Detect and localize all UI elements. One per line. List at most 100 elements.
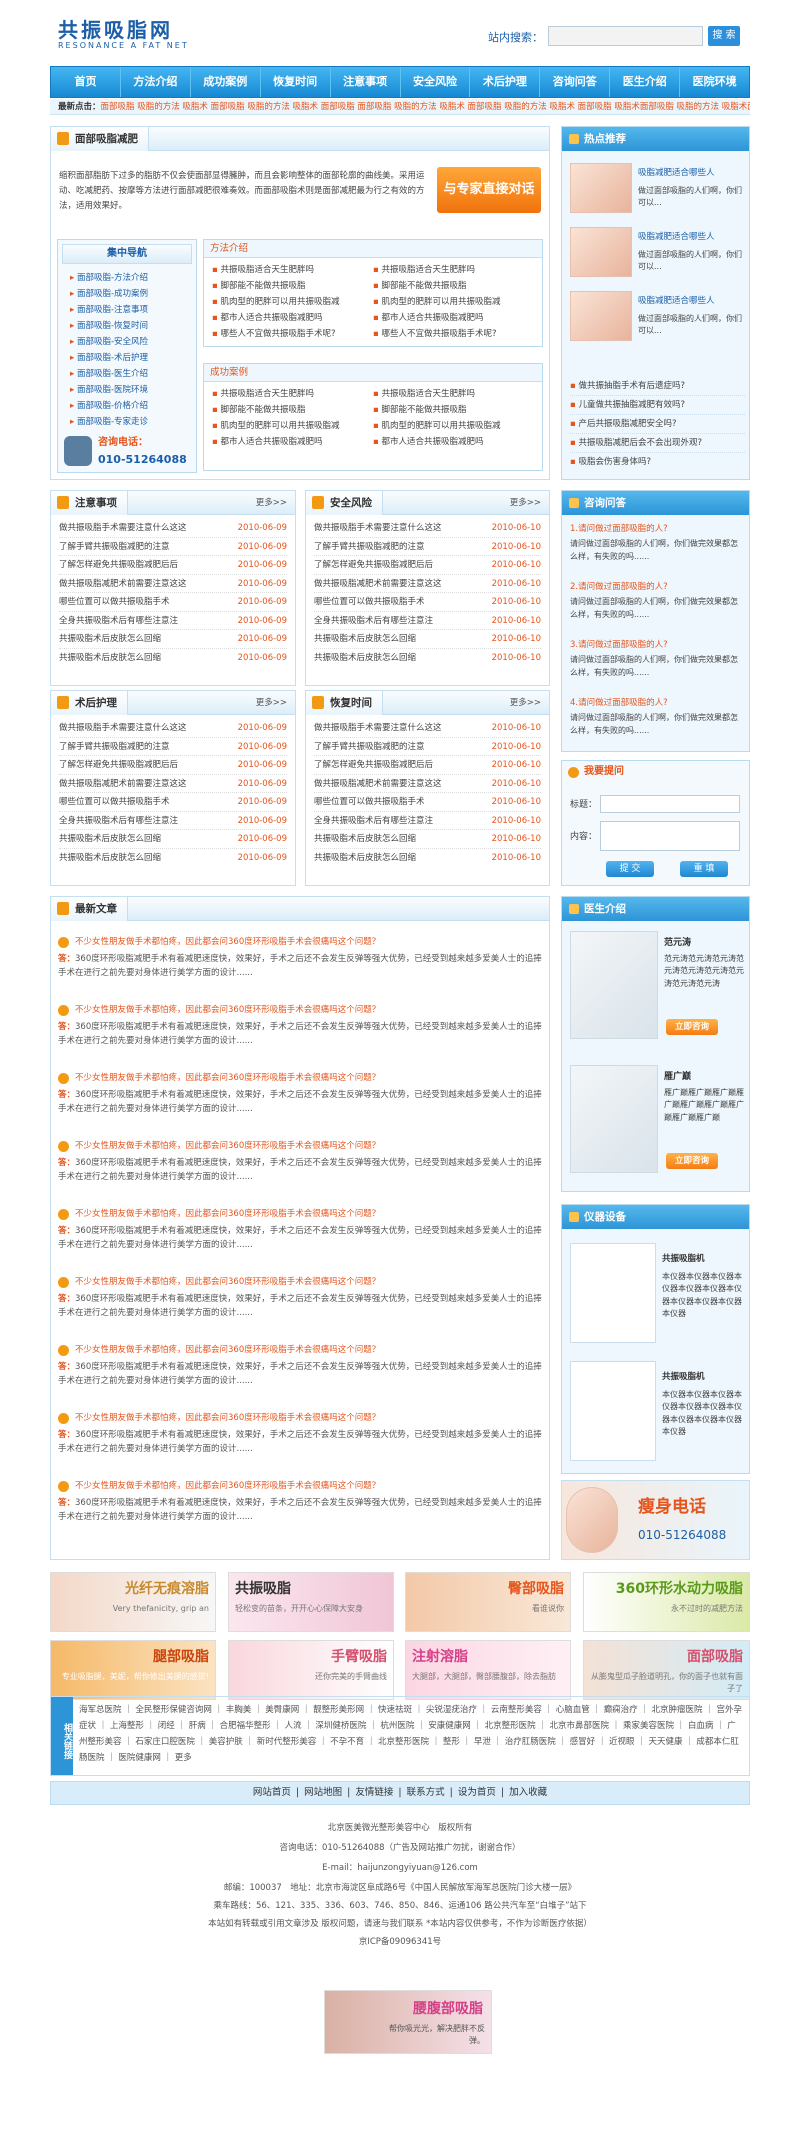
doctor-photo[interactable] [570,1065,658,1173]
list-item[interactable]: 了解手臂共振吸脂减肥的注意 2010-06-10 [314,538,541,556]
expert-chat-button[interactable]: 与专家直接对话 [437,167,541,213]
list-item[interactable]: 了解手臂共振吸脂减肥的注意 2010-06-09 [59,538,287,556]
list-item[interactable]: 全身共振吸脂术后有哪些注意注 2010-06-09 [59,612,287,630]
doctor-name[interactable]: 雁广巅 [664,1071,691,1084]
search-input[interactable] [548,26,703,46]
consult-item[interactable]: 2.请问做过面部吸脂的人? 请问做过面部吸脂的人们啊，你们做完效果都怎么样，有失… [570,581,745,622]
recovery-more-link[interactable]: 更多>> [510,697,541,709]
list-item[interactable]: 了解怎样避免共振吸脂减肥后后 2010-06-09 [59,756,287,775]
list-item[interactable]: 哪些位置可以做共振吸脂手术 2010-06-09 [59,593,287,612]
doctor-consult-button[interactable]: 立即咨询 [666,1153,718,1169]
article-item[interactable]: 不少女性朋友做手术都怕疼，因此都会问360度环形吸脂手术会很痛吗这个问题？ 答：3… [58,1276,548,1321]
article-item[interactable]: 不少女性朋友做手术都怕疼，因此都会问360度环形吸脂手术会很痛吗这个问题？ 答：3… [58,1480,548,1525]
nav-item[interactable]: 方法介绍 [121,67,191,97]
list-item[interactable]: 了解手臂共振吸脂减肥的注意 2010-06-10 [314,738,541,756]
doctor-name[interactable]: 范元涛 [664,937,691,950]
ask-submit-button[interactable]: 提 交 [606,861,654,877]
doctor-photo[interactable] [570,931,658,1039]
list-item[interactable]: 做共振吸脂手术需要注意什么这这 2010-06-10 [314,719,541,738]
guide-item[interactable]: 面部吸脂-注意事项 [70,302,184,318]
list-item[interactable]: 做共振吸脂手术需要注意什么这这 2010-06-09 [59,719,287,738]
guide-item[interactable]: 面部吸脂-价格介绍 [70,398,184,414]
recommend-image[interactable] [570,227,632,277]
recommend-link[interactable]: 共振吸脂减肥后会不会出现外观? [570,434,745,453]
footer-nav-item[interactable]: 友情链接 [355,1787,393,1798]
cases-item[interactable]: 脚部能不能做共振吸脂 [212,402,373,418]
list-item[interactable]: 全身共振吸脂术后有哪些注意注 2010-06-10 [314,812,541,830]
guide-item[interactable]: 面部吸脂-成功案例 [70,286,184,302]
article-item[interactable]: 不少女性朋友做手术都怕疼，因此都会问360度环形吸脂手术会很痛吗这个问题？ 答：3… [58,1072,548,1117]
article-item[interactable]: 不少女性朋友做手术都怕疼，因此都会问360度环形吸脂手术会很痛吗这个问题？ 答：3… [58,1140,548,1185]
ask-title-input[interactable] [600,795,740,813]
recommend-image[interactable] [570,291,632,341]
footer-nav-item[interactable]: 网站首页 [253,1787,291,1798]
article-item[interactable]: 不少女性朋友做手术都怕疼，因此都会问360度环形吸脂手术会很痛吗这个问题？ 答：3… [58,936,548,981]
guide-item[interactable]: 面部吸脂-安全风险 [70,334,184,350]
methods-item[interactable]: 脚部能不能做共振吸脂 [373,278,534,294]
bottom-banner-waist[interactable]: 腰腹部吸脂 帮你吸光光，解决肥胖不反弹。 [324,1990,492,2054]
cases-item[interactable]: 都市人适合共振吸脂减肥吗 [373,434,534,450]
list-item[interactable]: 共振吸脂术后皮肤怎么回缩 2010-06-09 [59,849,287,868]
list-item[interactable]: 全身共振吸脂术后有哪些注意注 2010-06-10 [314,612,541,630]
footer-nav-item[interactable]: 加入收藏 [509,1787,547,1798]
banner-buttock[interactable]: 臀部吸脂 看谁说你 [405,1572,571,1632]
nav-item[interactable]: 咨询问答 [540,67,611,97]
banner-360-power[interactable]: 360环形水动力吸脂 永不过时的减肥方法 [583,1572,750,1632]
doctor-consult-button[interactable]: 立即咨询 [666,1019,718,1035]
cases-item[interactable]: 肌肉型的肥胖可以用共振吸脂减 [373,418,534,434]
methods-item[interactable]: 共振吸脂适合天生肥胖吗 [212,262,373,278]
cases-item[interactable]: 脚部能不能做共振吸脂 [373,402,534,418]
banner-fiber-lipolysis[interactable]: 光纤无痕溶脂 Very thefanicity, grip an [50,1572,216,1632]
related-links-list[interactable]: 海军总医院 ｜ 全民整形保健咨询网 ｜ 丰胸美 ｜ 美臀康网 ｜ 靓整形美形网 … [79,1702,744,1766]
methods-item[interactable]: 都市人适合共振吸脂减肥吗 [212,310,373,326]
aftercare-more-link[interactable]: 更多>> [256,697,287,709]
notes-more-link[interactable]: 更多>> [256,497,287,509]
nav-item[interactable]: 医生介绍 [610,67,681,97]
footer-nav-item[interactable]: 设为首页 [458,1787,496,1798]
recommend-image[interactable] [570,163,632,213]
list-item[interactable]: 了解怎样避免共振吸脂减肥后后 2010-06-10 [314,556,541,575]
list-item[interactable]: 哪些位置可以做共振吸脂手术 2010-06-10 [314,793,541,812]
device-image[interactable] [570,1361,656,1461]
list-item[interactable]: 共振吸脂术后皮肤怎么回缩 2010-06-10 [314,849,541,868]
consult-item[interactable]: 1.请问做过面部吸脂的人? 请问做过面部吸脂的人们啊，你们做完效果都怎么样，有失… [570,523,745,564]
search-button[interactable]: 搜 索 [708,26,740,46]
device-image[interactable] [570,1243,656,1343]
nav-item[interactable]: 首页 [51,67,121,97]
list-item[interactable]: 做共振吸脂手术需要注意什么这这 2010-06-09 [59,519,287,538]
recommend-link[interactable]: 做共振抽脂手术有后遗症吗? [570,377,745,396]
recommend-title[interactable]: 吸脂减肥适合哪些人 [638,295,743,307]
banner-resonance[interactable]: 共振吸脂 轻松变的苗条，开开心心保障大安身 [228,1572,394,1632]
guide-item[interactable]: 面部吸脂-医生介绍 [70,366,184,382]
nav-item[interactable]: 安全风险 [401,67,471,97]
nav-item[interactable]: 注意事项 [331,67,401,97]
banner-arm[interactable]: 手臂吸脂 还你完美的手臂曲线 [228,1640,394,1700]
recommend-link[interactable]: 吸脂会伤害身体吗? [570,453,745,472]
footer-nav-item[interactable]: 联系方式 [407,1787,445,1798]
list-item[interactable]: 了解怎样避免共振吸脂减肥后后 2010-06-10 [314,756,541,775]
list-item[interactable]: 全身共振吸脂术后有哪些注意注 2010-06-09 [59,812,287,830]
banner-leg[interactable]: 腿部吸脂 专业吸脂腿，美妮，帮你修出美腿的感觉! [50,1640,216,1700]
nav-item[interactable]: 成功案例 [191,67,261,97]
guide-item[interactable]: 面部吸脂-方法介绍 [70,270,184,286]
list-item[interactable]: 了解手臂共振吸脂减肥的注意 2010-06-09 [59,738,287,756]
methods-item[interactable]: 哪些人不宜做共振吸脂手术呢? [212,326,373,342]
list-item[interactable]: 做共振吸脂减肥术前需要注意这这 2010-06-10 [314,575,541,593]
guide-item[interactable]: 面部吸脂-医院环境 [70,382,184,398]
hot-click-links[interactable]: 面部吸脂 吸脂的方法 吸脂术 面部吸脂 吸脂的方法 吸脂术 面部吸脂 面部吸脂 … [101,102,750,112]
article-item[interactable]: 不少女性朋友做手术都怕疼，因此都会问360度环形吸脂手术会很痛吗这个问题？ 答：3… [58,1004,548,1049]
list-item[interactable]: 共振吸脂术后皮肤怎么回缩 2010-06-09 [59,649,287,668]
consult-item[interactable]: 3.请问做过面部吸脂的人? 请问做过面部吸脂的人们啊，你们做完效果都怎么样，有失… [570,639,745,680]
list-item[interactable]: 哪些位置可以做共振吸脂手术 2010-06-09 [59,793,287,812]
cases-item[interactable]: 肌肉型的肥胖可以用共振吸脂减 [212,418,373,434]
list-item[interactable]: 做共振吸脂减肥术前需要注意这这 2010-06-09 [59,775,287,793]
slim-phone-banner[interactable]: 瘦身电话 010-51264088 [561,1480,750,1560]
methods-item[interactable]: 共振吸脂适合天生肥胖吗 [373,262,534,278]
ask-content-input[interactable] [600,821,740,851]
list-item[interactable]: 做共振吸脂减肥术前需要注意这这 2010-06-09 [59,575,287,593]
methods-item[interactable]: 都市人适合共振吸脂减肥吗 [373,310,534,326]
nav-item[interactable]: 术后护理 [470,67,541,97]
article-item[interactable]: 不少女性朋友做手术都怕疼，因此都会问360度环形吸脂手术会很痛吗这个问题？ 答：3… [58,1208,548,1253]
methods-item[interactable]: 脚部能不能做共振吸脂 [212,278,373,294]
recommend-title[interactable]: 吸脂减肥适合哪些人 [638,167,743,179]
